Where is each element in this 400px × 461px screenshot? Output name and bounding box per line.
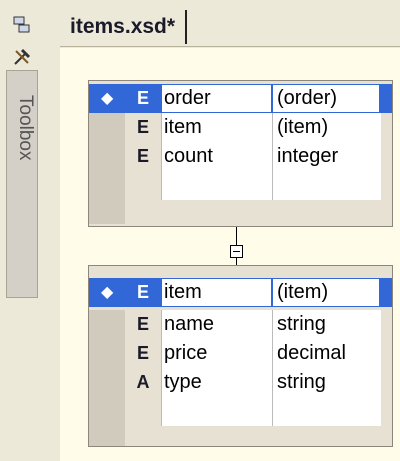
empty-name-cell[interactable] bbox=[161, 171, 272, 200]
element-name-field[interactable]: order bbox=[161, 84, 272, 113]
collapse-connector-button[interactable] bbox=[230, 245, 243, 258]
attribute-type-icon: A bbox=[136, 372, 150, 392]
element-type-icon: E bbox=[136, 343, 149, 363]
toolbox-tab[interactable]: Toolbox bbox=[6, 70, 38, 298]
tab-items-xsd[interactable]: items.xsd* bbox=[64, 10, 188, 44]
element-box-order[interactable]: ◆ E order (order) E item (item) E count … bbox=[88, 80, 393, 227]
toolbox-icon[interactable] bbox=[9, 44, 35, 70]
server-explorer-icon[interactable] bbox=[9, 12, 35, 38]
element-name-field[interactable]: item bbox=[161, 278, 272, 307]
row-name-field[interactable]: item bbox=[161, 113, 272, 142]
gutter-row bbox=[89, 200, 392, 224]
empty-type-cell-value[interactable] bbox=[272, 171, 381, 200]
empty-type-cell-value[interactable] bbox=[272, 397, 381, 426]
row-type-field[interactable]: (item) bbox=[272, 113, 381, 142]
row-name-field[interactable]: count bbox=[161, 142, 272, 171]
row-type-field[interactable]: integer bbox=[272, 142, 381, 171]
element-type-icon: E bbox=[136, 282, 149, 302]
element-type-field[interactable]: (item) bbox=[272, 278, 381, 307]
schema-row-empty[interactable] bbox=[89, 171, 392, 200]
row-type-field[interactable]: string bbox=[272, 310, 381, 339]
element-type-icon: E bbox=[136, 146, 149, 166]
row-name-field[interactable]: type bbox=[161, 368, 272, 397]
row-name-field[interactable]: price bbox=[161, 339, 272, 368]
left-sidebar: Toolbox bbox=[0, 0, 44, 461]
canvas-left-border bbox=[52, 48, 60, 461]
schema-row-empty[interactable] bbox=[89, 397, 392, 426]
document-tabbar: items.xsd* bbox=[60, 0, 400, 48]
schema-row[interactable]: E name string bbox=[89, 310, 392, 339]
relationship-connector bbox=[236, 227, 237, 245]
element-type-icon: E bbox=[136, 88, 149, 108]
element-box-item[interactable]: ◆ E item (item) E name string E price de… bbox=[88, 265, 393, 447]
element-header-item[interactable]: ◆ E item (item) bbox=[89, 278, 392, 307]
toolbox-label: Toolbox bbox=[15, 95, 36, 161]
tabbar-divider bbox=[60, 46, 400, 47]
element-type-field[interactable]: (order) bbox=[272, 84, 381, 113]
gutter-row bbox=[89, 426, 392, 446]
row-type-field[interactable]: string bbox=[272, 368, 381, 397]
schema-row[interactable]: A type string bbox=[89, 368, 392, 397]
schema-row[interactable]: E count integer bbox=[89, 142, 392, 171]
row-name-field[interactable]: name bbox=[161, 310, 272, 339]
element-type-icon: E bbox=[136, 314, 149, 334]
root-diamond-icon: ◆ bbox=[101, 283, 114, 301]
schema-row[interactable]: E item (item) bbox=[89, 113, 392, 142]
element-type-icon: E bbox=[136, 117, 149, 137]
schema-row[interactable]: E price decimal bbox=[89, 339, 392, 368]
root-diamond-icon: ◆ bbox=[101, 89, 114, 107]
empty-name-cell[interactable] bbox=[161, 397, 272, 426]
element-header-order[interactable]: ◆ E order (order) bbox=[89, 84, 392, 113]
row-type-field[interactable]: decimal bbox=[272, 339, 381, 368]
